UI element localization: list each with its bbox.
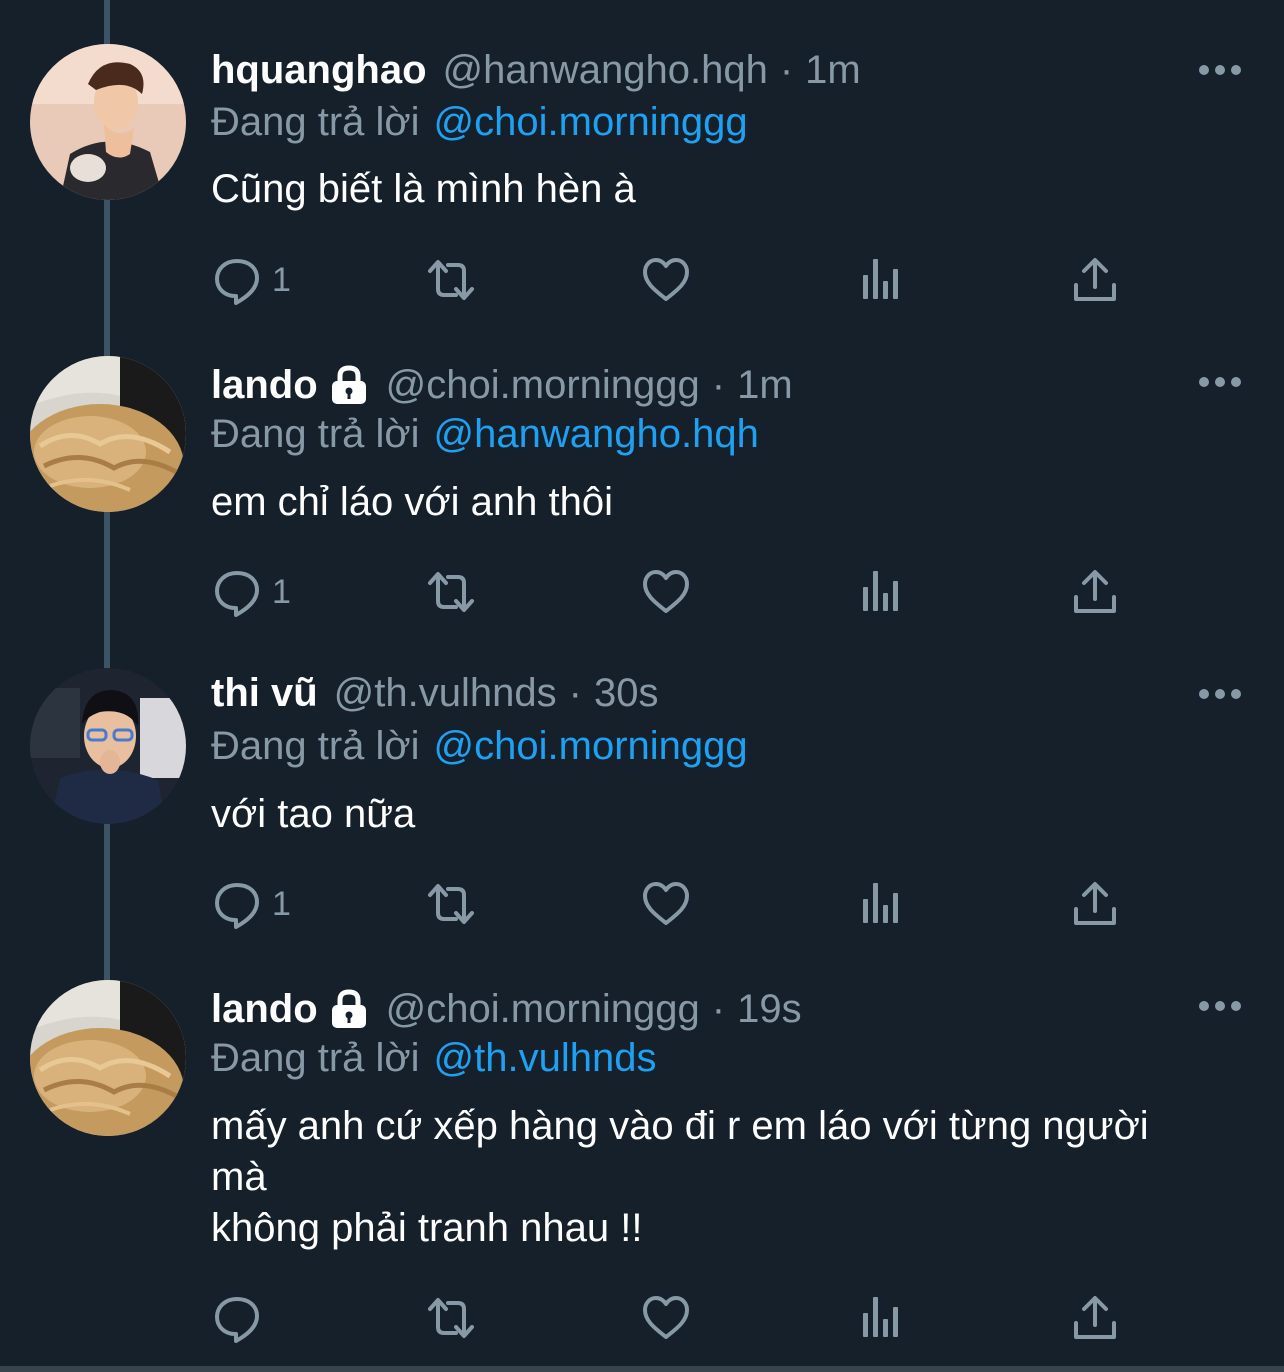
tweet-text: với tao nữa [211, 792, 416, 836]
tweet-header: thi vũ @th.vulhnds · 30s [211, 665, 658, 721]
replying-to-label: Đang trả lời [211, 1036, 420, 1080]
analytics-button[interactable] [856, 562, 906, 622]
more-icon[interactable] [1196, 994, 1244, 1018]
analytics-icon [856, 255, 906, 305]
analytics-button[interactable] [856, 250, 906, 310]
replying-to-label: Đang trả lời [211, 412, 420, 456]
user-handle[interactable]: @choi.morninggg [386, 981, 700, 1037]
reply-button[interactable]: 1 [212, 562, 291, 622]
more-icon[interactable] [1196, 682, 1244, 706]
tweet-header: lando @choi.morninggg · 19s [211, 981, 802, 1037]
avatar[interactable] [30, 44, 186, 200]
separator-dot: · [779, 48, 794, 92]
share-button[interactable] [1070, 562, 1120, 622]
replying-to: Đang trả lời @choi.morninggg [211, 94, 748, 150]
divider [0, 1366, 1284, 1372]
replying-to: Đang trả lời @th.vulhnds [211, 1030, 657, 1086]
user-handle[interactable]: @hanwangho.hqh [443, 42, 768, 98]
retweet-icon [426, 1293, 476, 1343]
tweet-text: Cũng biết là mình hèn à [211, 167, 636, 211]
reply-count: 1 [272, 260, 291, 299]
tweet-header: lando @choi.morninggg · 1m [211, 357, 793, 413]
share-button[interactable] [1070, 250, 1120, 310]
analytics-icon [856, 567, 906, 617]
reply-to-mention[interactable]: @th.vulhnds [434, 1036, 657, 1080]
thread-line [104, 0, 110, 44]
separator-dot: · [711, 363, 726, 407]
reply-icon [212, 567, 262, 617]
more-icon[interactable] [1196, 58, 1244, 82]
replying-to: Đang trả lời @hanwangho.hqh [211, 406, 759, 462]
avatar[interactable] [30, 668, 186, 824]
analytics-button[interactable] [856, 874, 906, 934]
like-button[interactable] [641, 562, 691, 622]
heart-icon [641, 879, 691, 929]
retweet-icon [426, 567, 476, 617]
timestamp[interactable]: 1m [737, 357, 793, 413]
retweet-icon [426, 255, 476, 305]
tweet-text: mấy anh cứ xếp hàng vào đi r em láo với … [211, 1104, 1149, 1250]
retweet-button[interactable] [426, 250, 476, 310]
heart-icon [641, 567, 691, 617]
user-handle[interactable]: @th.vulhnds [334, 665, 557, 721]
analytics-icon [856, 1293, 906, 1343]
like-button[interactable] [641, 1288, 691, 1348]
more-icon[interactable] [1196, 370, 1244, 394]
user-handle[interactable]: @choi.morninggg [386, 357, 700, 413]
retweet-icon [426, 879, 476, 929]
tweet-actions: 1 [0, 562, 1284, 622]
analytics-icon [856, 879, 906, 929]
share-icon [1070, 1293, 1120, 1343]
lock-icon [328, 988, 370, 1030]
reply-button[interactable]: 1 [212, 250, 291, 310]
display-name[interactable]: thi vũ [211, 665, 318, 721]
like-button[interactable] [641, 874, 691, 934]
replying-to-label: Đang trả lời [211, 100, 420, 144]
tweet-actions: 1 [0, 250, 1284, 310]
retweet-button[interactable] [426, 874, 476, 934]
share-button[interactable] [1070, 874, 1120, 934]
reply-to-mention[interactable]: @choi.morninggg [434, 100, 748, 144]
tweet-text: em chỉ láo với anh thôi [211, 480, 613, 524]
avatar[interactable] [30, 980, 186, 1136]
timestamp[interactable]: 1m [805, 42, 861, 98]
display-name[interactable]: hquanghao [211, 42, 427, 98]
share-button[interactable] [1070, 1288, 1120, 1348]
retweet-button[interactable] [426, 1288, 476, 1348]
reply-count: 1 [272, 884, 291, 923]
reply-to-mention[interactable]: @choi.morninggg [434, 724, 748, 768]
reply-icon [212, 879, 262, 929]
reply-button[interactable] [212, 1288, 272, 1348]
separator-dot: · [568, 671, 582, 715]
display-name[interactable]: lando [211, 357, 318, 413]
tweet-header: hquanghao @hanwangho.hqh · 1m [211, 42, 861, 98]
reply-thread: hquanghao @hanwangho.hqh · 1m Đang trả l… [0, 0, 1284, 1372]
share-icon [1070, 255, 1120, 305]
retweet-button[interactable] [426, 562, 476, 622]
reply-icon [212, 255, 262, 305]
lock-icon [328, 364, 370, 406]
reply-count: 1 [272, 572, 291, 611]
replying-to-label: Đang trả lời [211, 724, 420, 768]
share-icon [1070, 567, 1120, 617]
replying-to: Đang trả lời @choi.morninggg [211, 718, 748, 774]
share-icon [1070, 879, 1120, 929]
heart-icon [641, 255, 691, 305]
heart-icon [641, 1293, 691, 1343]
analytics-button[interactable] [856, 1288, 906, 1348]
separator-dot: · [711, 987, 726, 1031]
timestamp[interactable]: 30s [594, 665, 659, 721]
display-name[interactable]: lando [211, 981, 318, 1037]
tweet-actions [0, 1288, 1284, 1348]
reply-button[interactable]: 1 [212, 874, 291, 934]
tweet-actions: 1 [0, 874, 1284, 934]
avatar[interactable] [30, 356, 186, 512]
reply-to-mention[interactable]: @hanwangho.hqh [434, 412, 759, 456]
reply-icon [212, 1293, 262, 1343]
like-button[interactable] [641, 250, 691, 310]
timestamp[interactable]: 19s [737, 981, 802, 1037]
